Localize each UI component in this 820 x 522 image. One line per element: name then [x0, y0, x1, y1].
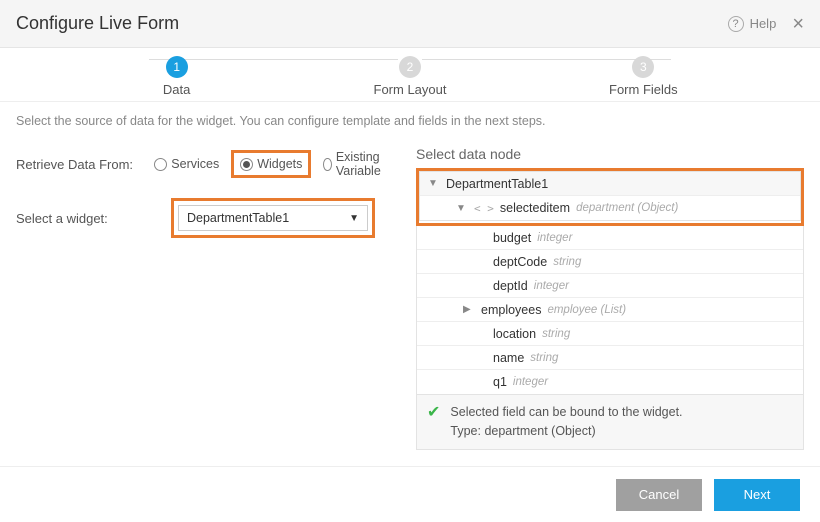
node-type: string [530, 352, 558, 364]
select-value: DepartmentTable1 [187, 211, 289, 225]
radio-services[interactable]: Services [148, 153, 225, 175]
help-link[interactable]: ? Help [728, 16, 777, 32]
chevron-down-icon[interactable]: ▼ [456, 203, 468, 214]
radio-icon [240, 158, 253, 171]
node-type: integer [534, 280, 569, 292]
data-node-panel: Select data node ▼ DepartmentTable1 ▼ < … [416, 146, 804, 450]
chevron-down-icon[interactable]: ▼ [428, 178, 440, 189]
close-icon: × [792, 13, 804, 35]
select-widget-label: Select a widget: [16, 211, 171, 226]
radio-label: Existing Variable [336, 150, 390, 178]
tree-node-field[interactable]: deptCode string [417, 250, 803, 274]
step-number: 2 [399, 56, 421, 78]
step-label: Data [163, 82, 190, 97]
step-label: Form Layout [374, 82, 447, 97]
step-number: 1 [166, 56, 188, 78]
dialog-header: Configure Live Form ? Help × [0, 0, 820, 48]
tree-node-field[interactable]: budget integer [417, 226, 803, 250]
node-name: DepartmentTable1 [446, 177, 548, 191]
help-icon: ? [728, 16, 744, 32]
next-button[interactable]: Next [714, 479, 800, 511]
data-node-title: Select data node [416, 146, 804, 162]
radio-icon [323, 158, 331, 171]
node-name: budget [493, 231, 531, 245]
help-label: Help [750, 16, 777, 31]
dialog-body: Select the source of data for the widget… [0, 102, 820, 450]
node-type: integer [513, 376, 548, 388]
node-name: location [493, 327, 536, 341]
tree-node-field[interactable]: deptId integer [417, 274, 803, 298]
dialog-title: Configure Live Form [16, 13, 728, 34]
close-button[interactable]: × [792, 14, 804, 34]
wizard-stepper: 1 Data 2 Form Layout 3 Form Fields [0, 48, 820, 102]
node-type: string [553, 256, 581, 268]
tree-node-field[interactable]: ▶ employees employee (List) [417, 298, 803, 322]
step-label: Form Fields [609, 82, 678, 97]
step-number: 3 [632, 56, 654, 78]
node-name: name [493, 351, 524, 365]
tree-highlight-box: ▼ DepartmentTable1 ▼ < > selecteditem de… [416, 168, 804, 226]
check-icon: ✔ [427, 403, 440, 422]
widget-select[interactable]: DepartmentTable1 ▼ [178, 205, 368, 231]
node-type: employee (List) [547, 304, 626, 316]
radio-icon [154, 158, 167, 171]
radio-widgets[interactable]: Widgets [231, 150, 311, 178]
dialog-footer: Cancel Next [0, 466, 820, 522]
tree-node-field[interactable]: q1 integer [417, 370, 803, 394]
tree-node-field[interactable]: location string [417, 322, 803, 346]
binding-status: ✔ Selected field can be bound to the wid… [416, 395, 804, 450]
node-name: deptCode [493, 255, 547, 269]
node-name: employees [481, 303, 541, 317]
instruction-text: Select the source of data for the widget… [16, 114, 804, 128]
step-form-layout[interactable]: 2 Form Layout [293, 56, 526, 97]
chevron-right-icon[interactable]: ▶ [463, 304, 475, 315]
radio-existing-variable[interactable]: Existing Variable [317, 146, 396, 182]
step-form-fields[interactable]: 3 Form Fields [527, 56, 760, 97]
form-left-column: Retrieve Data From: Services Widgets Exi… [16, 146, 396, 450]
node-type: department (Object) [576, 202, 678, 214]
node-name: q1 [493, 375, 507, 389]
cancel-button[interactable]: Cancel [616, 479, 702, 511]
node-type: integer [537, 232, 572, 244]
object-icon: < > [474, 202, 494, 215]
tree-node-field[interactable]: name string [417, 346, 803, 370]
status-line-1: Selected field can be bound to the widge… [450, 403, 682, 422]
retrieve-data-label: Retrieve Data From: [16, 157, 148, 172]
tree-node-selecteditem[interactable]: ▼ < > selecteditem department (Object) [420, 196, 800, 220]
tree-node-root[interactable]: ▼ DepartmentTable1 [420, 172, 800, 196]
select-widget-highlight: DepartmentTable1 ▼ [171, 198, 375, 238]
status-line-2: Type: department (Object) [450, 422, 682, 441]
radio-label: Widgets [257, 157, 302, 171]
node-name: deptId [493, 279, 528, 293]
radio-label: Services [171, 157, 219, 171]
chevron-down-icon: ▼ [349, 213, 359, 224]
node-type: string [542, 328, 570, 340]
step-data[interactable]: 1 Data [60, 56, 293, 97]
node-name: selecteditem [500, 201, 570, 215]
